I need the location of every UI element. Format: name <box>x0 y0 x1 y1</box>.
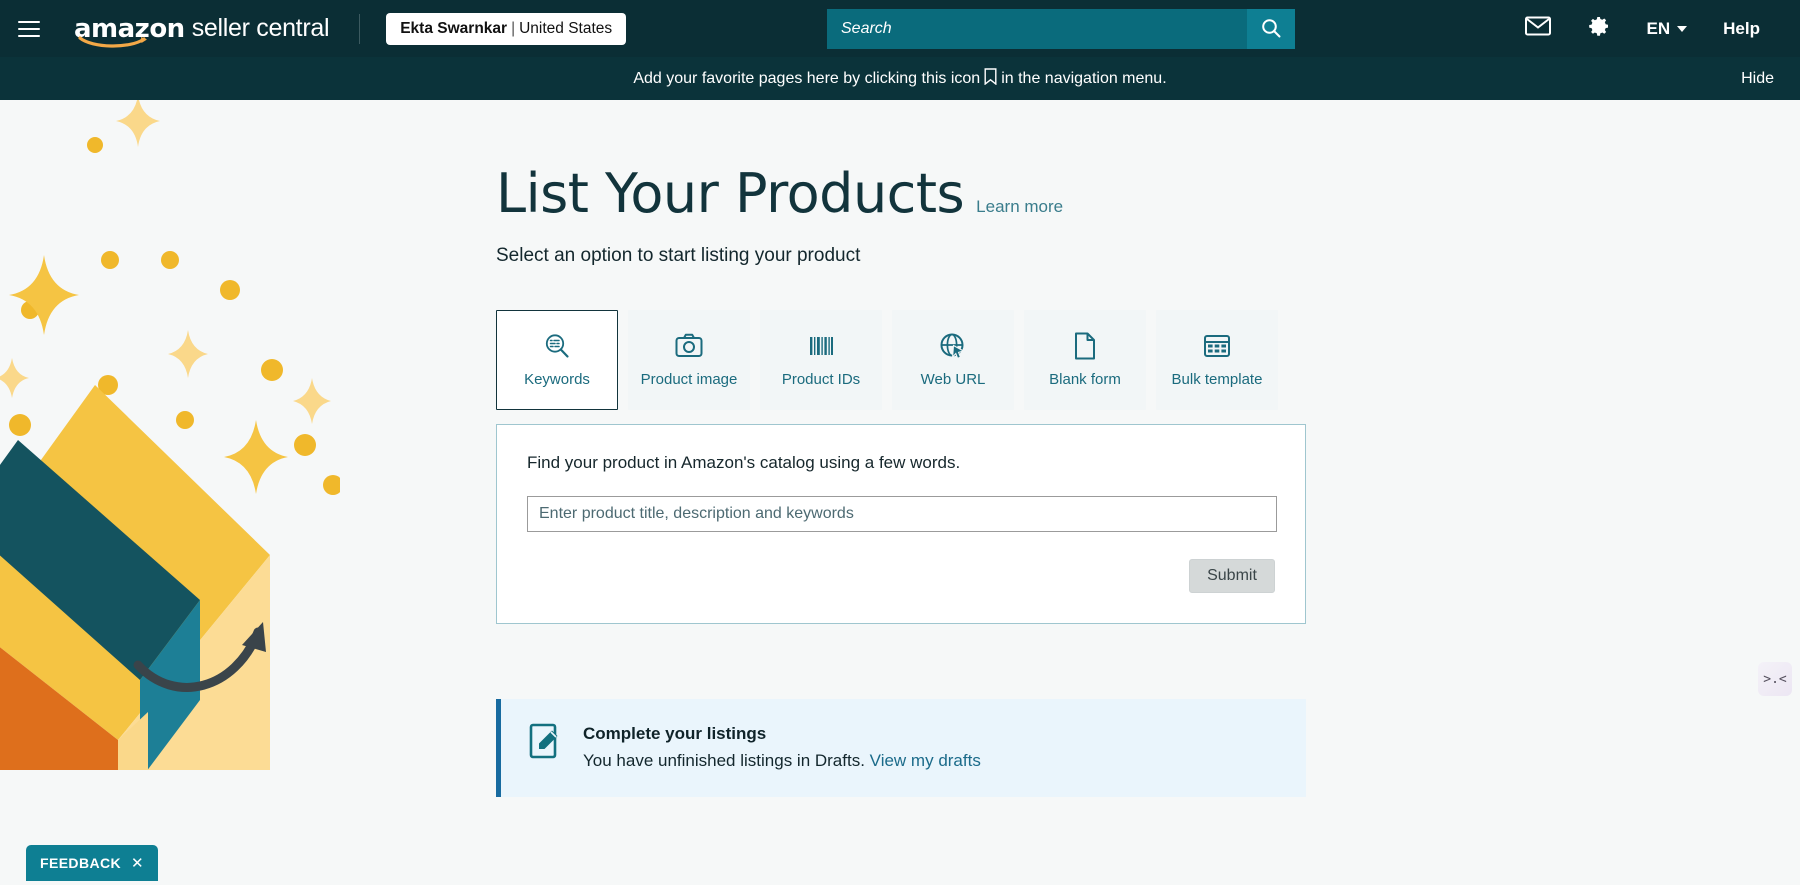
option-card-label: Keywords <box>524 371 590 388</box>
option-card-label: Bulk template <box>1172 371 1263 388</box>
option-card-label: Product image <box>641 371 738 388</box>
brand-amazon-text: amazon <box>74 14 185 44</box>
search-input[interactable] <box>827 9 1247 49</box>
barcode-icon <box>807 333 835 359</box>
gear-icon <box>1587 14 1611 43</box>
page-subtitle: Select an option to start listing your p… <box>496 245 1306 267</box>
settings-button[interactable] <box>1569 14 1629 43</box>
nav-right-actions: EN Help <box>1507 0 1778 57</box>
account-name: Ekta Swarnkar <box>400 20 507 37</box>
globe-cursor-icon <box>939 333 967 359</box>
account-country: United States <box>519 20 612 37</box>
option-card-keywords[interactable]: Keywords <box>496 310 618 410</box>
option-card-label: Web URL <box>921 371 986 388</box>
notice-body: You have unfinished listings in Drafts. … <box>583 751 981 771</box>
spreadsheet-icon <box>1203 333 1231 359</box>
messages-button[interactable] <box>1507 16 1569 41</box>
notice-body-text: You have unfinished listings in Drafts. <box>583 751 865 770</box>
search-icon <box>1260 17 1282 42</box>
panel-actions: Submit <box>527 559 1275 593</box>
search-bar[interactable] <box>827 9 1295 49</box>
option-card-product-ids[interactable]: Product IDs <box>760 310 882 410</box>
account-selector[interactable]: Ekta Swarnkar|United States <box>386 13 626 45</box>
nav-divider <box>359 14 360 44</box>
option-card-web-url[interactable]: Web URL <box>892 310 1014 410</box>
amazon-smile-icon <box>78 35 158 49</box>
bookmark-icon <box>984 68 997 90</box>
edge-helper-widget[interactable]: >.< <box>1758 662 1792 696</box>
camera-icon <box>675 333 703 359</box>
chevron-down-icon <box>1677 26 1687 32</box>
option-card-product-image[interactable]: Product image <box>628 310 750 410</box>
panel-description: Find your product in Amazon's catalog us… <box>527 453 1275 473</box>
keyword-search-icon <box>543 333 571 359</box>
feedback-label: FEEDBACK <box>40 855 121 871</box>
notice-text: Complete your listings You have unfinish… <box>583 723 981 771</box>
option-card-label: Product IDs <box>782 371 860 388</box>
favorites-banner-text-after: in the navigation menu. <box>1001 70 1166 88</box>
option-card-blank-form[interactable]: Blank form <box>1024 310 1146 410</box>
page-title-row: List Your Products Learn more <box>496 100 1306 225</box>
option-card-label: Blank form <box>1049 371 1121 388</box>
help-link[interactable]: Help <box>1705 19 1778 39</box>
product-keywords-input[interactable] <box>527 496 1277 532</box>
top-navigation-bar: amazon seller central Ekta Swarnkar|Unit… <box>0 0 1800 57</box>
edit-document-icon <box>529 723 563 764</box>
page-title: List Your Products <box>496 162 964 225</box>
main-content: List Your Products Learn more Select an … <box>0 100 1800 797</box>
brand-seller-central-text: seller central <box>192 14 330 43</box>
account-separator: | <box>511 20 515 37</box>
language-label: EN <box>1647 19 1671 39</box>
complete-listings-notice: Complete your listings You have unfinish… <box>496 699 1306 797</box>
hamburger-menu-icon[interactable] <box>0 0 58 57</box>
favorites-banner: Add your favorite pages here by clicking… <box>0 57 1800 100</box>
hide-banner-button[interactable]: Hide <box>1741 70 1774 88</box>
language-selector[interactable]: EN <box>1629 19 1706 39</box>
document-icon <box>1073 333 1097 359</box>
envelope-icon <box>1525 16 1551 41</box>
brand-logo[interactable]: amazon seller central <box>58 14 329 44</box>
learn-more-link[interactable]: Learn more <box>976 197 1063 217</box>
listing-option-cards: Keywords Product image <box>496 310 1306 410</box>
submit-button[interactable]: Submit <box>1189 559 1275 593</box>
feedback-button[interactable]: FEEDBACK ✕ <box>26 845 158 881</box>
listing-content-column: List Your Products Learn more Select an … <box>496 100 1306 797</box>
favorites-banner-text-before: Add your favorite pages here by clicking… <box>633 70 980 88</box>
option-card-bulk-template[interactable]: Bulk template <box>1156 310 1278 410</box>
notice-heading: Complete your listings <box>583 724 981 744</box>
close-icon[interactable]: ✕ <box>131 854 144 872</box>
search-button[interactable] <box>1247 9 1295 49</box>
view-my-drafts-link[interactable]: View my drafts <box>870 751 981 770</box>
keyword-search-panel: Find your product in Amazon's catalog us… <box>496 424 1306 624</box>
